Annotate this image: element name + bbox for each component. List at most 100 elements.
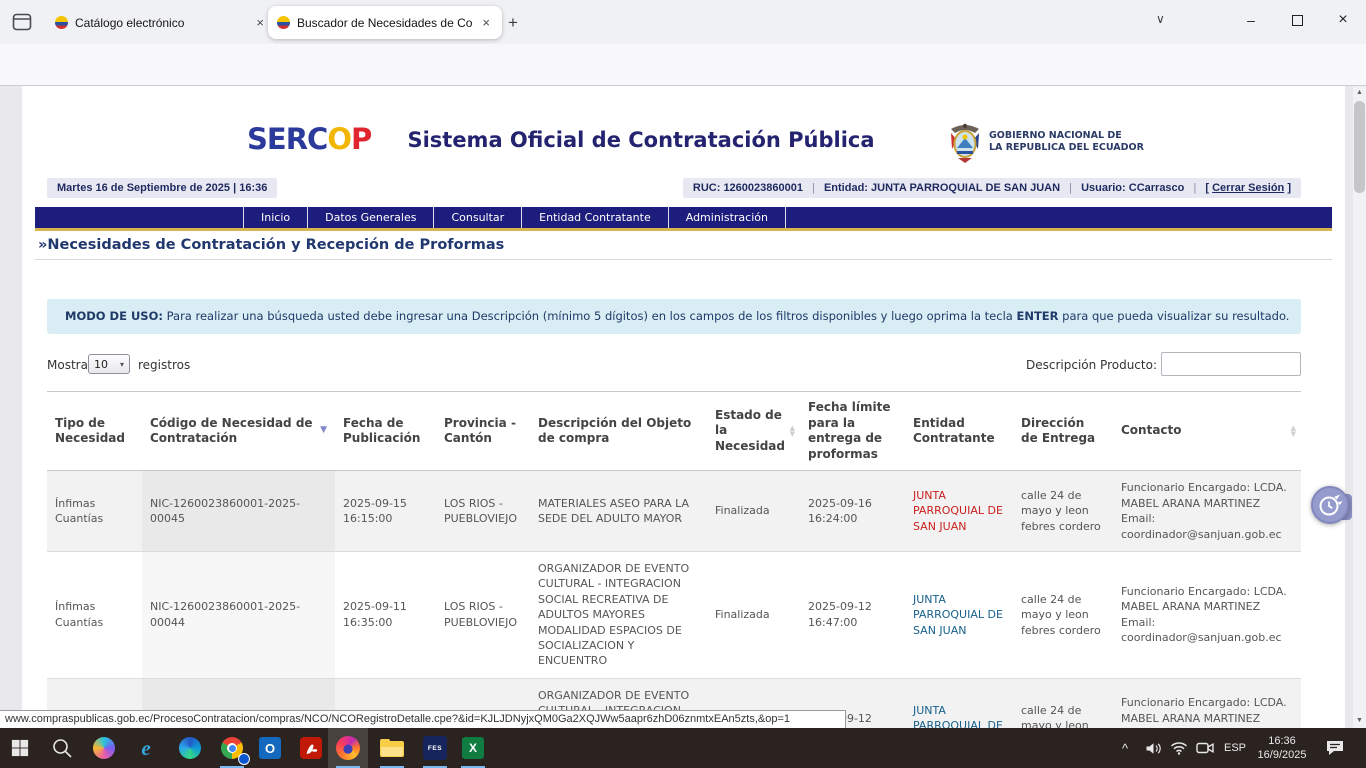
tab-close-icon[interactable]: × [253,15,267,30]
meet-now-icon [1196,741,1214,755]
browser-tab-bar: Catálogo electrónico × Buscador de Neces… [0,0,1366,44]
sort-descending-icon[interactable]: ▼ [320,425,327,437]
header-contacto[interactable]: Contacto ▲▼ [1113,392,1301,471]
gov-text-line1: GOBIERNO NACIONAL DE [989,130,1144,142]
page-scrollbar[interactable]: ▲ ▼ [1353,86,1366,728]
cell-entidad: JUNTA PARROQUIAL DE SAN JUAN [905,678,1013,728]
tray-volume[interactable] [1140,728,1166,768]
cell-fecha-publicacion: 2025-09-11 16:35:00 [335,551,436,678]
chevron-down-icon: ▾ [120,360,124,369]
tab-catalogo-electronico[interactable]: Catálogo electrónico × [46,6,276,39]
sort-desc-glyph: ▼ [1291,431,1296,437]
tray-wifi[interactable] [1166,728,1192,768]
header-label: Provincia - Cantón [444,416,516,446]
search-icon [51,737,73,759]
header-entidad-contratante[interactable]: Entidad Contratante [905,392,1013,471]
ruc-value: 1260023860001 [723,182,803,194]
firefox-icon [336,736,360,760]
main-navigation: Inicio Datos Generales Consultar Entidad… [35,207,1332,228]
start-button[interactable] [0,728,40,768]
taskbar-acrobat[interactable] [291,728,331,768]
ruc-label: RUC: [693,182,721,194]
ecuador-favicon [277,16,290,29]
tray-meet-now[interactable] [1192,728,1218,768]
usage-note-enter: ENTER [1016,309,1058,323]
nav-item-consultar[interactable]: Consultar [433,207,521,228]
nav-item-entidad-contratante[interactable]: Entidad Contratante [521,207,668,228]
list-all-tabs-button[interactable]: ∨ [1156,12,1165,26]
taskbar-search-button[interactable] [42,728,82,768]
header-tipo-necesidad[interactable]: Tipo de Necesidad [47,392,142,471]
cell-entidad: JUNTA PARROQUIAL DE SAN JUAN [905,551,1013,678]
entity-link[interactable]: JUNTA PARROQUIAL DE SAN JUAN [913,593,1003,637]
timer-widget[interactable] [1311,486,1349,524]
header-descripcion-objeto[interactable]: Descripción del Objeto de compra [530,392,707,471]
taskbar-outlook[interactable]: O [250,728,290,768]
taskbar-edge[interactable] [170,728,210,768]
action-center-button[interactable] [1318,728,1352,768]
logout-link[interactable]: Cerrar Sesión [1212,182,1284,194]
header-direccion-entrega[interactable]: Dirección de Entrega [1013,392,1113,471]
taskbar-file-explorer[interactable] [372,728,412,768]
windows-taskbar: e O FES X ^ ESP 16:36 16/9/2025 3 [0,728,1366,768]
cell-entidad: JUNTA PARROQUIAL DE SAN JUAN [905,471,1013,552]
contact-email: coordinador@sanjuan.gob.ec [1121,527,1293,542]
table-row: Ínfimas Cuantías NIC-1260023860001-2025-… [47,551,1301,678]
taskbar-chrome[interactable] [212,728,252,768]
scrollbar-down-icon[interactable]: ▼ [1353,714,1366,728]
header-fecha-publicacion[interactable]: Fecha de Publicación [335,392,436,471]
taskbar-firefox[interactable] [328,728,368,768]
sort-desc-glyph: ▼ [790,431,795,437]
contact-email-label: Email: [1121,615,1293,630]
taskbar-copilot[interactable] [84,728,124,768]
language-indicator[interactable]: ESP [1218,728,1252,768]
new-tab-button[interactable]: + [500,10,526,36]
internet-explorer-icon: e [141,736,150,761]
product-filter-input[interactable] [1161,352,1301,376]
browser-toolbar: ← → ↻ www.compraspublicas.gob.ec/Proceso… [0,44,1366,86]
entity-label: Entidad: [824,182,868,194]
taskbar-excel[interactable]: X [453,728,493,768]
cell-descripcion: MATERIALES ASEO PARA LA SEDE DEL ADULTO … [530,471,707,552]
tab-close-icon[interactable]: × [479,15,493,30]
tray-show-hidden-icons[interactable]: ^ [1112,728,1138,768]
nav-item-administracion[interactable]: Administración [668,207,786,228]
nav-item-datos-generales[interactable]: Datos Generales [307,207,433,228]
firefox-view-button[interactable] [8,9,36,35]
sort-both-icon[interactable]: ▲▼ [1291,425,1296,437]
volume-icon [1145,741,1162,756]
entity-link[interactable]: JUNTA PARROQUIAL DE SAN JUAN [913,489,1003,533]
header-codigo-necesidad[interactable]: Código de Necesidad de Contratación▼ [142,392,335,471]
header-estado-necesidad[interactable]: Estado de la Necesidad▲▼ [707,392,800,471]
scrollbar-up-icon[interactable]: ▲ [1353,86,1366,100]
ecuador-favicon [55,16,68,29]
taskbar-internet-explorer[interactable]: e [126,728,166,768]
gold-underline [35,228,1332,231]
tab-buscador-necesidades[interactable]: Buscador de Necesidades de Co × [268,6,502,39]
nav-item-inicio[interactable]: Inicio [243,207,307,228]
window-minimize-button[interactable]: – [1228,0,1274,40]
usage-note-text2: para que pueda visualizar su resultado. [1059,309,1290,323]
window-maximize-button[interactable] [1274,0,1320,40]
cell-direccion: calle 24 de mayo y leon febres cordero [1013,678,1113,728]
records-per-page-select[interactable]: 10 ▾ [88,354,130,374]
desktop-screen: Catálogo electrónico × Buscador de Neces… [0,0,1366,768]
action-center-icon [1325,739,1345,757]
header-label: Fecha límite para la entrega de proforma… [808,400,891,461]
tray-date: 16/9/2025 [1258,748,1307,762]
window-close-button[interactable]: × [1320,0,1366,40]
entity-link[interactable]: JUNTA PARROQUIAL DE SAN JUAN [913,704,1003,728]
header-label: Dirección de Entrega [1021,416,1095,446]
taskbar-fes-app[interactable]: FES [415,728,455,768]
divider [35,259,1332,260]
cell-tipo: Ínfimas Cuantías [47,471,142,552]
header-label: Contacto [1121,423,1182,437]
tray-clock[interactable]: 16:36 16/9/2025 [1252,728,1312,768]
tab-title: Catálogo electrónico [75,16,246,30]
sort-both-icon[interactable]: ▲▼ [790,425,795,437]
header-fecha-limite[interactable]: Fecha límite para la entrega de proforma… [800,392,905,471]
header-provincia-canton[interactable]: Provincia - Cantón [436,392,530,471]
cell-fecha-limite: 2025-09-12 16:47:00 [800,551,905,678]
browser-viewport: SERCOP Sistema Oficial de Contratación P… [0,86,1366,728]
scrollbar-thumb[interactable] [1354,101,1365,193]
